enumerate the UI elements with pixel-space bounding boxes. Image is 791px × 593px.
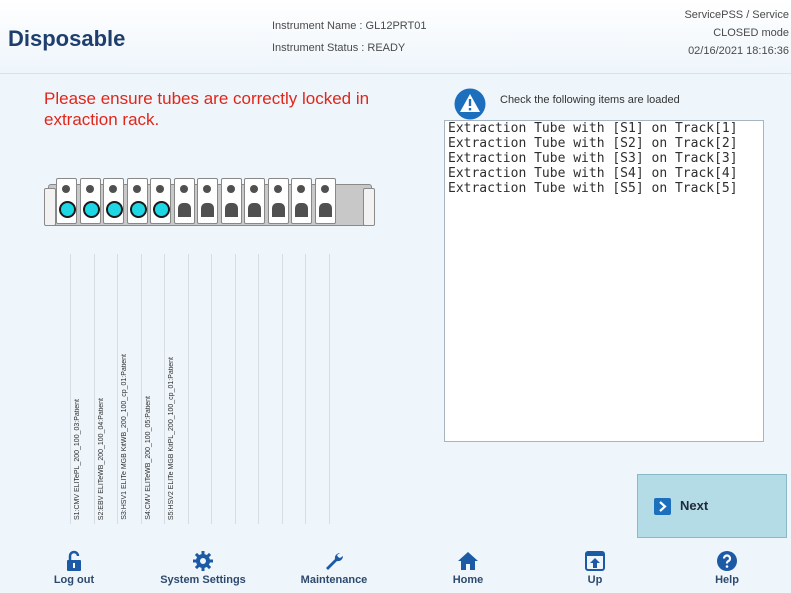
sample-label-s2: S2:EBV ELITeWB_200_100_04:Patient bbox=[97, 397, 105, 520]
system-settings-button[interactable]: System Settings bbox=[143, 550, 263, 592]
empty-position bbox=[248, 203, 261, 217]
loaded-tube bbox=[106, 201, 123, 218]
rack-slot-5 bbox=[150, 178, 171, 224]
track-divider bbox=[234, 254, 236, 524]
rack-slot-7 bbox=[197, 178, 218, 224]
home-icon bbox=[458, 552, 478, 570]
empty-position bbox=[224, 203, 238, 217]
list-item: Extraction Tube with [S4] on Track[4] bbox=[448, 166, 738, 181]
rack-slot-1 bbox=[56, 178, 77, 224]
list-item: Extraction Tube with [S3] on Track[3] bbox=[448, 151, 738, 166]
loaded-tube bbox=[59, 201, 76, 218]
loaded-tube bbox=[129, 201, 147, 218]
empty-position bbox=[318, 203, 332, 217]
slot-indicator bbox=[132, 185, 141, 193]
slot-indicator bbox=[85, 185, 94, 193]
sample-label-s1: S1:CMV ELITePL_200_100_03:Patient bbox=[74, 398, 81, 520]
loaded-tube bbox=[153, 201, 170, 218]
loaded-tube bbox=[82, 201, 100, 218]
header-bar: Disposable Instrument Name : GL12PRT01 I… bbox=[0, 0, 791, 74]
list-item: Extraction Tube with [S1] on Track[1] bbox=[448, 121, 738, 136]
extraction-rack bbox=[44, 178, 375, 226]
slot-indicator bbox=[273, 185, 282, 193]
track-divider bbox=[140, 254, 142, 524]
next-button[interactable]: Next bbox=[637, 474, 787, 538]
empty-position bbox=[177, 203, 191, 217]
rack-slot-11 bbox=[291, 178, 312, 224]
home-label: Home bbox=[452, 574, 484, 586]
slot-indicator bbox=[320, 185, 329, 193]
rack-slot-8 bbox=[220, 178, 242, 224]
track-divider bbox=[70, 254, 71, 524]
datetime: 02/16/2021 18:16:36 bbox=[688, 45, 789, 57]
rack-slot-6 bbox=[173, 178, 195, 224]
slot-indicator bbox=[250, 185, 258, 193]
rack-slot-10 bbox=[267, 178, 289, 224]
next-arrow-icon bbox=[654, 498, 671, 515]
rack-slot-9 bbox=[244, 178, 265, 224]
track-divider bbox=[211, 254, 212, 524]
sample-label-s5: S5:HSV2 ELITe MGB KitPL_200_100_cp_01:Pa… bbox=[168, 356, 175, 520]
rack-slot-12 bbox=[314, 178, 336, 224]
track-divider bbox=[305, 254, 306, 524]
list-item: Extraction Tube with [S2] on Track[2] bbox=[448, 136, 738, 151]
loaded-items-list: Extraction Tube with [S1] on Track[1] Ex… bbox=[444, 120, 764, 442]
rack-slot-2 bbox=[79, 178, 101, 224]
page-title: Disposable bbox=[8, 26, 126, 51]
sample-label-s4: S4:CMV ELITeWB_200_100_05:Patient bbox=[144, 396, 152, 520]
track-divider bbox=[187, 254, 189, 524]
system-settings-label: System Settings bbox=[160, 574, 246, 586]
gear-icon bbox=[193, 551, 213, 571]
empty-position bbox=[271, 203, 285, 217]
track-labels-area: S1:CMV ELITePL_200_100_03:Patient S2:EBV … bbox=[68, 254, 348, 524]
maintenance-button[interactable]: Maintenance bbox=[274, 550, 394, 592]
wrench-icon bbox=[326, 552, 344, 570]
logout-button[interactable]: Log out bbox=[14, 550, 134, 592]
slot-indicator bbox=[156, 185, 164, 193]
slot-indicator bbox=[297, 185, 305, 193]
user-role: ServicePSS / Service bbox=[684, 9, 789, 21]
instrument-name: Instrument Name : GL12PRT01 bbox=[272, 20, 427, 32]
maintenance-label: Maintenance bbox=[300, 574, 368, 586]
slot-indicator bbox=[226, 185, 235, 193]
warning-triangle-icon bbox=[454, 88, 486, 120]
main-panel: Please ensure tubes are correctly locked… bbox=[0, 74, 791, 546]
track-divider bbox=[328, 254, 330, 524]
warning-message: Please ensure tubes are correctly locked… bbox=[44, 89, 370, 129]
track-divider bbox=[117, 254, 118, 524]
track-divider bbox=[93, 254, 95, 524]
session-info: ServicePSS / Service CLOSED mode 02/16/2… bbox=[684, 6, 789, 60]
track-divider bbox=[164, 254, 165, 524]
rack-slot-3 bbox=[103, 178, 124, 224]
empty-position bbox=[295, 203, 308, 217]
logout-label: Log out bbox=[53, 574, 95, 586]
run-mode: CLOSED mode bbox=[713, 27, 789, 39]
up-label: Up bbox=[587, 574, 603, 586]
check-instruction: Check the following items are loaded bbox=[500, 94, 680, 106]
help-button[interactable]: Help bbox=[667, 550, 787, 592]
track-divider bbox=[258, 254, 259, 524]
instrument-status: Instrument Status : READY bbox=[272, 42, 406, 54]
footer-toolbar: Log out System Settings Maintenance Home bbox=[0, 546, 791, 593]
slot-indicator bbox=[203, 185, 211, 193]
slot-indicator bbox=[179, 185, 188, 193]
rack-left-end bbox=[44, 188, 56, 226]
rack-slot-4 bbox=[126, 178, 148, 224]
slot-indicator bbox=[109, 185, 117, 193]
empty-position bbox=[201, 203, 214, 217]
track-divider bbox=[281, 254, 283, 524]
help-icon bbox=[717, 551, 737, 571]
list-item: Extraction Tube with [S5] on Track[5] bbox=[448, 181, 738, 196]
up-button[interactable]: Up bbox=[535, 550, 655, 592]
sample-label-s3: S3:HSV1 ELITe MGB KitWB_200_100_cp_01:Pa… bbox=[121, 354, 128, 520]
rack-right-end bbox=[363, 188, 375, 226]
home-button[interactable]: Home bbox=[408, 550, 528, 592]
next-label: Next bbox=[680, 498, 709, 513]
unlock-icon bbox=[67, 550, 81, 571]
folder-up-icon bbox=[585, 551, 605, 571]
help-label: Help bbox=[715, 574, 739, 586]
slot-indicator bbox=[62, 185, 70, 193]
